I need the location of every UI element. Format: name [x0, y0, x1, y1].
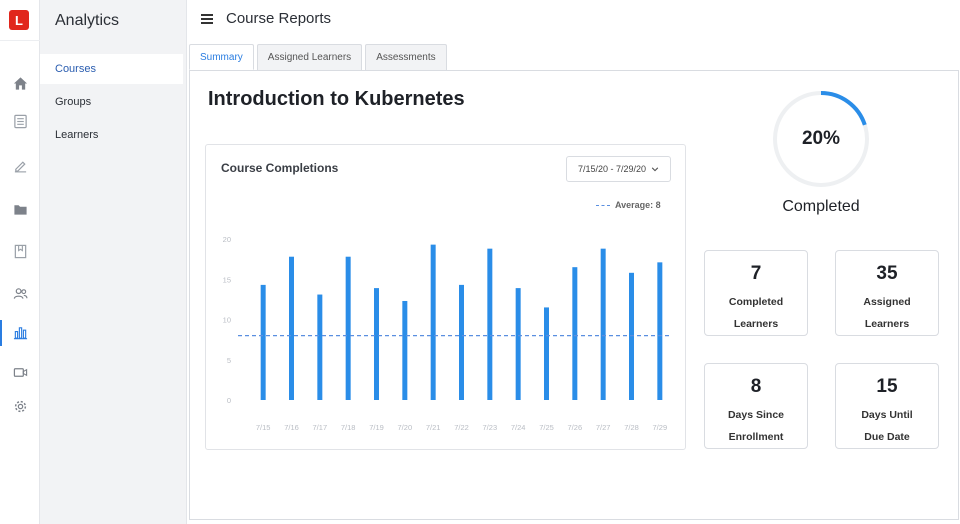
chart-icon[interactable]: [10, 322, 30, 342]
x-tick-label: 7/24: [511, 423, 526, 432]
chart-bar[interactable]: [345, 256, 351, 400]
chart-bar[interactable]: [260, 284, 266, 400]
chart-bar[interactable]: [515, 288, 521, 400]
stat-label: Assigned Learners: [863, 296, 911, 330]
chevron-down-icon: [651, 167, 659, 172]
average-legend: Average: 8: [596, 200, 661, 210]
stat-card-completed-learners: 7 Completed Learners: [704, 250, 808, 336]
average-legend-label: Average: 8: [615, 200, 661, 210]
stat-card-assigned-learners: 35 Assigned Learners: [835, 250, 939, 336]
y-tick-label: 0: [227, 396, 231, 405]
y-tick-label: 15: [223, 275, 231, 284]
report-tabs: Summary Assigned Learners Assessments: [189, 44, 447, 70]
x-tick-label: 7/19: [369, 423, 384, 432]
stat-value: 8: [750, 376, 762, 397]
completions-bar-chart: 0 5 10 15 20 7/15 7/16 7/17 7/18 7/19 7/20 7/21 7/22…: [223, 235, 671, 432]
chart-bar[interactable]: [600, 248, 606, 400]
stat-value: 35: [876, 263, 898, 284]
y-tick-label: 10: [223, 316, 231, 325]
chart-title: Course Completions: [221, 161, 339, 175]
date-range-label: 7/15/20 - 7/29/20: [577, 164, 647, 174]
subnav-item-learners[interactable]: Learners: [40, 120, 183, 150]
course-completions-card: Course Completions 7/15/20 - 7/29/20 Ave…: [205, 144, 686, 450]
chart-bar[interactable]: [430, 244, 436, 400]
x-tick-label: 7/27: [596, 423, 611, 432]
summary-panel: Introduction to Kubernetes Course Comple…: [189, 70, 959, 520]
home-icon[interactable]: [10, 73, 30, 93]
topbar: Course Reports: [187, 0, 960, 40]
chart-bar[interactable]: [374, 288, 379, 400]
bookmark-icon[interactable]: [10, 241, 30, 261]
users-icon[interactable]: [10, 283, 30, 303]
x-tick-label: 7/25: [539, 423, 554, 432]
chart-bar[interactable]: [657, 262, 663, 400]
x-tick-label: 7/28: [624, 423, 639, 432]
stat-value: 7: [750, 263, 762, 284]
x-tick-label: 7/17: [313, 423, 328, 432]
x-tick-label: 7/15: [256, 423, 271, 432]
stat-card-days-until-due: 15 Days Until Due Date: [835, 363, 939, 449]
stat-label: Completed Learners: [728, 296, 784, 330]
page-title: Course Reports: [226, 10, 332, 27]
chart-bar[interactable]: [459, 284, 464, 400]
gear-icon[interactable]: [10, 396, 30, 416]
chart-bar[interactable]: [572, 267, 578, 400]
completion-caption: Completed: [782, 198, 860, 215]
x-tick-label: 7/20: [398, 423, 413, 432]
completion-percent: 20%: [801, 128, 841, 149]
y-tick-label: 5: [227, 356, 231, 365]
stat-label: Days Since Enrollment: [727, 409, 785, 443]
tab-summary[interactable]: Summary: [189, 44, 254, 70]
chart-bar[interactable]: [289, 256, 294, 400]
list-icon[interactable]: [10, 111, 30, 131]
chart-bar[interactable]: [402, 300, 408, 400]
date-range-dropdown[interactable]: 7/15/20 - 7/29/20: [566, 156, 671, 182]
x-tick-label: 7/16: [284, 423, 299, 432]
tab-assigned-learners[interactable]: Assigned Learners: [256, 44, 363, 70]
chart-bar[interactable]: [317, 294, 323, 400]
stat-card-days-since-enrollment: 8 Days Since Enrollment: [704, 363, 808, 449]
rail-divider: [0, 40, 40, 41]
analytics-subnav: Analytics Courses Groups Learners: [40, 0, 183, 524]
edit-icon[interactable]: [10, 155, 30, 175]
chart-bar[interactable]: [629, 272, 634, 400]
rail-active-indicator: [0, 320, 2, 346]
hamburger-icon[interactable]: [201, 12, 213, 26]
section-title: Analytics: [55, 12, 120, 29]
x-tick-label: 7/18: [341, 423, 356, 432]
chart-bar[interactable]: [544, 307, 549, 400]
x-tick-label: 7/23: [483, 423, 498, 432]
x-tick-label: 7/21: [426, 423, 441, 432]
average-legend-dash: [596, 204, 610, 206]
stat-value: 15: [876, 376, 898, 397]
main-content: Course Reports Summary Assigned Learners…: [186, 0, 960, 524]
course-title: Introduction to Kubernetes: [208, 88, 465, 110]
y-tick-label: 20: [223, 235, 231, 244]
video-icon[interactable]: [10, 362, 30, 382]
tab-assessments[interactable]: Assessments: [365, 44, 447, 70]
x-tick-label: 7/29: [653, 423, 668, 432]
stat-label: Days Until Due Date: [861, 409, 913, 443]
completion-donut: 20%: [771, 89, 871, 189]
folder-icon[interactable]: [10, 199, 30, 219]
x-tick-label: 7/22: [454, 423, 469, 432]
icon-rail: L: [0, 0, 40, 524]
subnav-item-courses[interactable]: Courses: [40, 54, 183, 84]
subnav-item-groups[interactable]: Groups: [40, 87, 183, 117]
x-tick-label: 7/26: [568, 423, 583, 432]
chart-bar[interactable]: [487, 248, 493, 400]
app-logo[interactable]: L: [9, 10, 29, 30]
